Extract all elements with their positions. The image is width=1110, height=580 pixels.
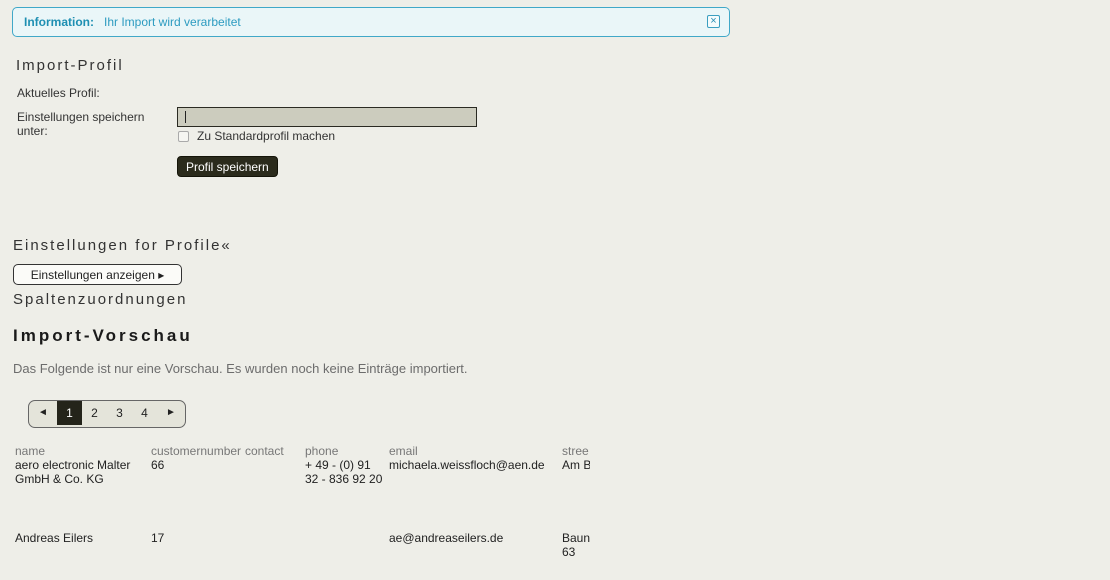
column-header-customernumber: customernumber [151, 443, 242, 458]
cell-email: michaela.weissfloch@aen.de [389, 458, 545, 472]
column-header-name: name [15, 443, 46, 458]
preview-table: name customernumber contact phone email … [13, 443, 590, 560]
cell-street: Am B [562, 458, 590, 472]
cell-street: Baun 63 [562, 531, 590, 559]
column-header-email: email [389, 443, 418, 458]
preview-table-viewport: name customernumber contact phone email … [0, 0, 590, 580]
cell-phone: + 49 - (0) 91 32 - 836 92 20 [305, 458, 383, 486]
table-row: Andreas Eilers 17 ae@andreaseilers.de Ba… [13, 531, 590, 559]
column-header-street: stree [562, 443, 589, 458]
cell-customernumber: 17 [151, 531, 165, 545]
table-row: aero electronic Malter GmbH & Co. KG 66 … [13, 458, 590, 531]
cell-name: Andreas Eilers [15, 531, 94, 545]
cell-phone [303, 531, 387, 559]
cell-customernumber: 66 [151, 458, 165, 472]
cell-contact [243, 458, 303, 531]
table-header-row: name customernumber contact phone email … [13, 443, 590, 458]
cell-email: ae@andreaseilers.de [389, 531, 504, 545]
column-header-phone: phone [305, 443, 339, 458]
cell-contact [243, 531, 303, 559]
cell-name: aero electronic Malter GmbH & Co. KG [15, 458, 131, 486]
column-header-contact: contact [245, 443, 284, 458]
close-icon[interactable]: × [707, 15, 720, 28]
